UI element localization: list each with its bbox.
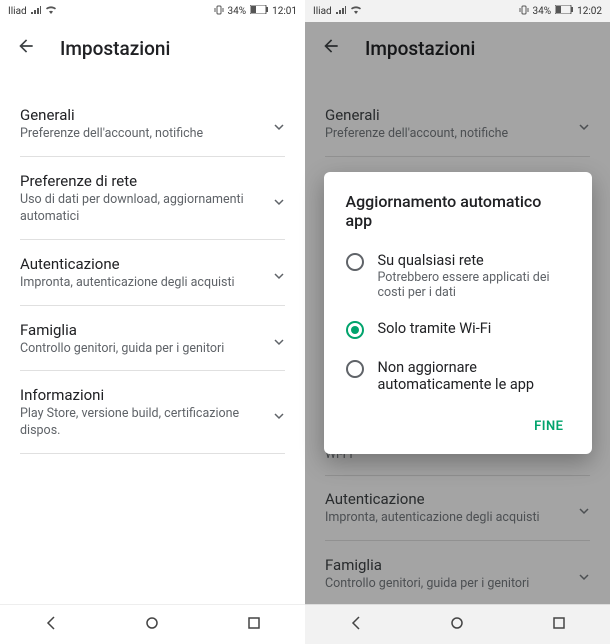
done-button[interactable]: FINE [524, 411, 573, 442]
section-title: Famiglia [20, 321, 263, 339]
status-bar: Iliad 34% 12:02 [305, 0, 610, 22]
radio-selected-icon [346, 321, 364, 339]
modal-overlay[interactable]: Aggiornamento automatico app Su qualsias… [305, 22, 610, 604]
chevron-down-icon [273, 267, 285, 279]
carrier-label: Iliad [313, 6, 332, 17]
battery-pct: 34% [228, 6, 247, 17]
phone-left: Iliad 34% 12:01 Impostazioni [0, 0, 305, 644]
status-bar: Iliad 34% 12:01 [0, 0, 305, 22]
option-title: Solo tramite Wi-Fi [378, 320, 570, 337]
section-sub: Play Store, versione build, certificazio… [20, 406, 263, 440]
nav-home-icon[interactable] [144, 615, 160, 635]
nav-home-icon[interactable] [449, 615, 465, 635]
clock-label: 12:01 [272, 6, 297, 17]
section-famiglia[interactable]: Famiglia Controllo genitori, guida per i… [0, 307, 305, 373]
chevron-down-icon [273, 333, 285, 345]
nav-back-icon[interactable] [348, 615, 364, 635]
vibrate-icon [214, 5, 224, 18]
battery-pct: 34% [533, 6, 552, 17]
clock-label: 12:02 [577, 6, 602, 17]
wifi-icon [350, 5, 362, 17]
nav-back-icon[interactable] [43, 615, 59, 635]
auto-update-dialog: Aggiornamento automatico app Su qualsias… [324, 172, 592, 454]
dialog-title: Aggiornamento automatico app [324, 192, 592, 242]
signal-icon [336, 6, 346, 17]
signal-icon [31, 6, 41, 17]
back-icon[interactable] [16, 36, 36, 60]
phone-right: Iliad 34% 12:02 Impostazioni Generali Pr… [305, 0, 610, 644]
section-preferenze-rete[interactable]: Preferenze di rete Uso di dati per downl… [0, 158, 305, 241]
chevron-down-icon [273, 118, 285, 130]
section-title: Autenticazione [20, 255, 263, 273]
section-sub: Impronta, autenticazione degli acquisti [20, 275, 263, 292]
android-nav-bar [305, 604, 610, 644]
settings-list: Generali Preferenze dell'account, notifi… [0, 74, 305, 604]
section-sub: Uso di dati per download, aggiornamenti … [20, 192, 263, 226]
nav-recent-icon[interactable] [246, 615, 262, 635]
carrier-label: Iliad [8, 6, 27, 17]
section-generali[interactable]: Generali Preferenze dell'account, notifi… [0, 92, 305, 158]
option-do-not-update[interactable]: Non aggiornare automaticamente le app [324, 349, 592, 403]
section-informazioni[interactable]: Informazioni Play Store, versione build,… [0, 372, 305, 455]
vibrate-icon [519, 5, 529, 18]
chevron-down-icon [273, 193, 285, 205]
wifi-icon [45, 5, 57, 17]
android-nav-bar [0, 604, 305, 644]
option-any-network[interactable]: Su qualsiasi rete Potrebbero essere appl… [324, 242, 592, 310]
section-title: Generali [20, 106, 263, 124]
battery-icon [250, 5, 268, 17]
option-sub: Potrebbero essere applicati dei costi pe… [378, 270, 570, 300]
battery-icon [555, 5, 573, 17]
option-wifi-only[interactable]: Solo tramite Wi-Fi [324, 310, 592, 349]
option-title: Su qualsiasi rete [378, 252, 570, 269]
section-title: Preferenze di rete [20, 172, 263, 190]
radio-icon [346, 360, 364, 378]
option-title: Non aggiornare automaticamente le app [378, 359, 570, 393]
section-autenticazione[interactable]: Autenticazione Impronta, autenticazione … [0, 241, 305, 307]
chevron-down-icon [273, 407, 285, 419]
section-sub: Controllo genitori, guida per i genitori [20, 341, 263, 358]
radio-icon [346, 253, 364, 271]
nav-recent-icon[interactable] [551, 615, 567, 635]
section-title: Informazioni [20, 386, 263, 404]
section-sub: Preferenze dell'account, notifiche [20, 126, 263, 143]
page-title: Impostazioni [60, 37, 170, 60]
app-header: Impostazioni [0, 22, 305, 74]
